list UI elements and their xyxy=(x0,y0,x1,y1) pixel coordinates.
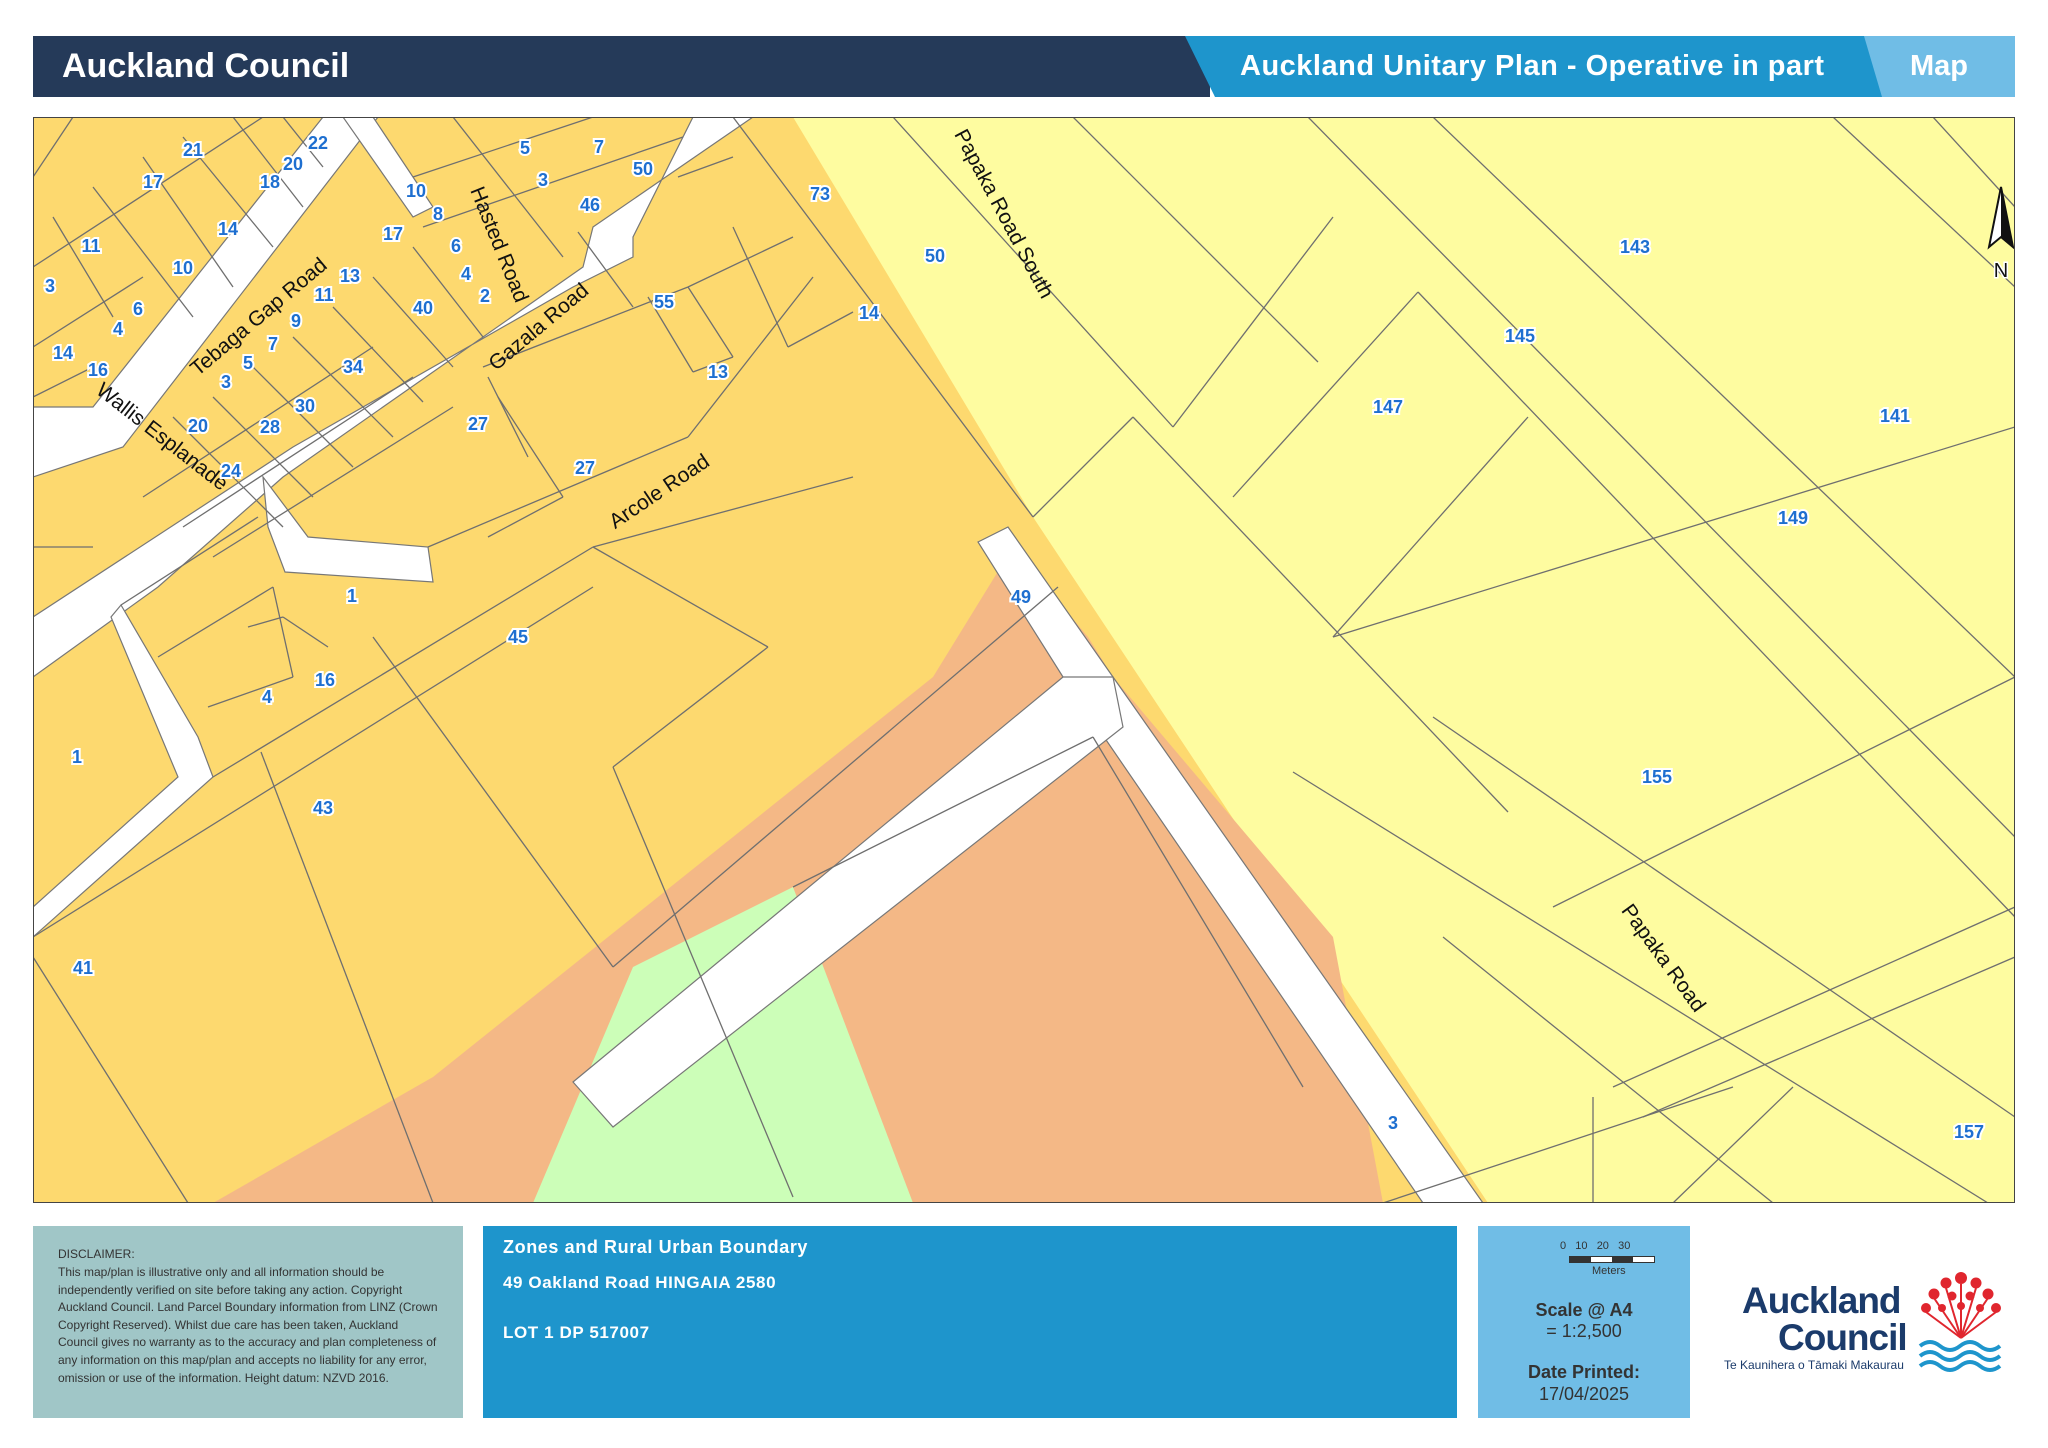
scale-bar xyxy=(1569,1256,1655,1263)
lot-number: 9 xyxy=(291,311,301,331)
lot-number: 21 xyxy=(183,140,203,160)
lot-number: 41 xyxy=(73,958,93,978)
lot-number: 157 xyxy=(1954,1122,1984,1142)
lot-number: 10 xyxy=(406,181,426,201)
lot-number: 143 xyxy=(1620,237,1650,257)
lot-number: 16 xyxy=(315,670,335,690)
lot-number: 46 xyxy=(580,195,600,215)
disclaimer-heading: DISCLAIMER: xyxy=(58,1247,135,1261)
lot-number: 1 xyxy=(72,747,82,767)
lot-number: 14 xyxy=(859,303,879,323)
lot-number: 6 xyxy=(451,236,461,256)
lot-number: 5 xyxy=(520,138,530,158)
lot-number: 55 xyxy=(654,292,674,312)
lot-number: 7 xyxy=(268,334,278,354)
logo-text-council: Council xyxy=(1778,1317,1908,1358)
north-label: N xyxy=(1994,260,2008,282)
lot-number: 1 xyxy=(347,586,357,606)
lot-number: 27 xyxy=(468,414,488,434)
scale-label: Scale @ A4 xyxy=(1535,1300,1633,1320)
scale-units: Meters xyxy=(1592,1265,1626,1277)
date-label: Date Printed: xyxy=(1527,1362,1641,1382)
lot-number: 50 xyxy=(925,246,945,266)
lot-number: 45 xyxy=(508,627,528,647)
disclaimer-text: This map/plan is illustrative only and a… xyxy=(58,1265,438,1385)
lot-number: 6 xyxy=(133,299,143,319)
lot-number: 3 xyxy=(538,170,548,190)
lot-number: 8 xyxy=(433,204,443,224)
lot-number: 17 xyxy=(383,224,403,244)
lot-description: LOT 1 DP 517007 xyxy=(503,1323,650,1342)
lot-number: 3 xyxy=(1388,1113,1398,1133)
lot-number: 13 xyxy=(340,266,360,286)
scale-value: = 1:2,500 xyxy=(1546,1321,1622,1341)
lot-number: 2 xyxy=(480,286,490,306)
lot-number: 20 xyxy=(188,416,208,436)
map-label: Map xyxy=(1910,50,1968,82)
lot-number: 145 xyxy=(1505,326,1535,346)
lot-number: 141 xyxy=(1880,406,1910,426)
lot-number: 11 xyxy=(81,236,100,256)
lot-number: 155 xyxy=(1642,767,1672,787)
lot-number: 13 xyxy=(708,362,728,382)
lot-number: 149 xyxy=(1778,508,1808,528)
property-address: 49 Oakland Road HINGAIA 2580 xyxy=(503,1273,777,1292)
lot-number: 40 xyxy=(413,298,433,318)
lot-number: 49 xyxy=(1011,587,1031,607)
lot-number: 3 xyxy=(221,372,231,392)
logo-text-auckland: Auckland xyxy=(1742,1280,1902,1321)
lot-number: 20 xyxy=(283,154,303,174)
lot-number: 14 xyxy=(53,343,73,363)
lot-number: 16 xyxy=(88,360,108,380)
lot-number: 43 xyxy=(313,798,333,818)
council-title: Auckland Council xyxy=(62,47,350,85)
lot-number: 5 xyxy=(243,353,253,373)
lot-number: 10 xyxy=(173,258,193,278)
lot-number: 7 xyxy=(594,137,604,157)
lot-number: 30 xyxy=(295,396,315,416)
lot-number: 50 xyxy=(633,159,653,179)
lot-number: 17 xyxy=(143,172,163,192)
lot-number: 22 xyxy=(308,133,328,153)
lot-number: 73 xyxy=(810,184,830,204)
date-value: 17/04/2025 xyxy=(1538,1384,1630,1404)
lot-number: 28 xyxy=(260,417,280,437)
map-canvas[interactable]: N Tebaga Gap Road Hasted Road Gazala Roa… xyxy=(33,117,2015,1203)
lot-number: 4 xyxy=(113,319,123,339)
scale-ticks: 0 10 20 30 xyxy=(1560,1240,1631,1252)
lot-number: 27 xyxy=(575,458,595,478)
lot-number: 11 xyxy=(314,285,333,305)
lot-number: 34 xyxy=(343,357,363,377)
lot-number: 18 xyxy=(260,172,280,192)
zone-title: Zones and Rural Urban Boundary xyxy=(503,1237,809,1257)
lot-number: 4 xyxy=(262,687,272,707)
lot-number: 147 xyxy=(1373,397,1403,417)
lot-number: 24 xyxy=(221,461,241,481)
lot-number: 4 xyxy=(461,264,471,284)
logo-subtitle: Te Kaunihera o Tāmaki Makaurau xyxy=(1724,1358,1904,1372)
plan-title: Auckland Unitary Plan - Operative in par… xyxy=(1240,50,1825,82)
pohutukawa-logo-icon xyxy=(1918,1272,2002,1372)
lot-number: 3 xyxy=(45,276,55,296)
lot-number: 14 xyxy=(218,219,238,239)
